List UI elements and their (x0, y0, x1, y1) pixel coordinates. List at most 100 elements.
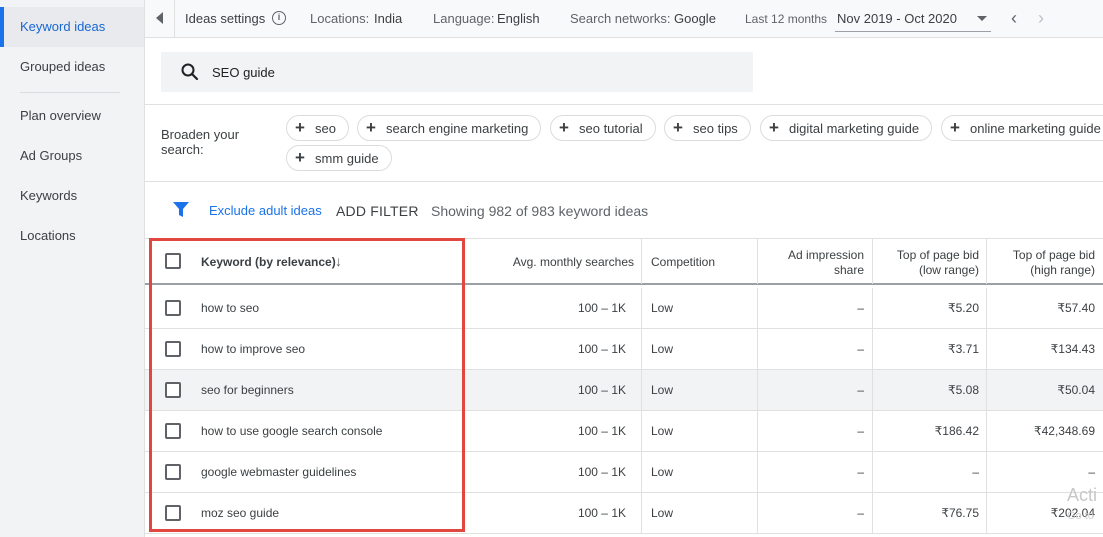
table-row[interactable]: how to seo 100 – 1K Low – ₹5.20 ₹57.40 (145, 288, 1103, 329)
filter-icon[interactable] (173, 202, 189, 218)
search-networks-label: Search networks: (570, 11, 671, 26)
searches-cell: 100 – 1K (577, 506, 626, 520)
add-filter-button[interactable]: ADD FILTER (336, 203, 419, 219)
date-range-value: Nov 2019 - Oct 2020 (837, 11, 957, 26)
table-row[interactable]: how to improve seo 100 – 1K Low – ₹3.71 ₹134.… (145, 329, 1103, 370)
dropdown-caret-icon[interactable] (977, 16, 987, 21)
chip-label: online marketing guide (970, 121, 1101, 136)
header-top-bid-low[interactable]: Top of page bid (low range) (873, 239, 987, 284)
select-all-checkbox[interactable] (165, 253, 181, 269)
sidebar-item-keywords[interactable]: Keywords (0, 176, 144, 216)
sidebar-item-locations[interactable]: Locations (0, 216, 144, 256)
table-row[interactable]: google webmaster guidelines 100 – 1K Low – –… (145, 452, 1103, 493)
table-cell: – (758, 411, 873, 451)
table-cell: Low (642, 493, 758, 533)
row-checkbox[interactable] (165, 505, 181, 521)
impression-cell: – (857, 506, 864, 520)
bid-low-cell: ₹76.75 (941, 506, 979, 520)
table-cell: ₹42,348.69 (987, 411, 1103, 451)
header-bid-high-line2: (high range) (1030, 263, 1095, 277)
searches-cell: 100 – 1K (577, 383, 626, 397)
table-header: Keyword (by relevance) ↓ Avg. monthly se… (145, 238, 1103, 285)
searches-cell: 100 – 1K (577, 301, 626, 315)
chevron-right-icon[interactable]: › (1038, 9, 1044, 27)
competition-cell: Low (651, 342, 674, 356)
row-checkbox[interactable] (165, 341, 181, 357)
search-networks-value[interactable]: Google (674, 11, 716, 26)
bid-low-cell: ₹186.42 (934, 424, 979, 438)
header-impression-line1: Ad impression (787, 248, 864, 262)
chip-label: search engine marketing (386, 121, 529, 136)
competition-cell: Low (651, 465, 674, 479)
sidebar-item-keyword-ideas[interactable]: Keyword ideas (0, 7, 144, 47)
broaden-chip-smm-guide[interactable]: + smm guide (286, 145, 392, 171)
chip-label: seo tutorial (579, 121, 643, 136)
chevron-left-icon[interactable]: ‹ (1011, 9, 1017, 27)
broaden-chip-seo[interactable]: + seo (286, 115, 349, 141)
table-cell: Low (642, 288, 758, 328)
table-cell: – (758, 452, 873, 492)
header-bid-high-line1: Top of page bid (1012, 248, 1095, 262)
search-icon (181, 63, 199, 81)
header-keyword[interactable]: Keyword (by relevance) ↓ Avg. monthly se… (145, 239, 642, 284)
sidebar-divider (20, 92, 120, 93)
header-bid-low-line2: (low range) (918, 263, 979, 277)
broaden-search-label: Broaden your search: (161, 127, 261, 157)
sidebar-item-grouped-ideas[interactable]: Grouped ideas (0, 47, 144, 87)
keyword-cell: how to improve seo (201, 342, 306, 356)
keyword-search-input[interactable]: SEO guide (161, 52, 753, 92)
table-cell: moz seo guide 100 – 1K (145, 493, 642, 533)
keyword-cell: how to seo (201, 301, 260, 315)
row-checkbox[interactable] (165, 300, 181, 316)
sidebar-item-plan-overview[interactable]: Plan overview (0, 96, 144, 136)
results-count: Showing 982 of 983 keyword ideas (431, 203, 649, 219)
table-row[interactable]: seo for beginners 100 – 1K Low – ₹5.08 ₹50.04 (145, 370, 1103, 411)
table-cell: – (758, 370, 873, 410)
header-keyword-label: Keyword (by relevance) (201, 255, 336, 269)
main-panel: Ideas settings i Locations: India Langua… (145, 0, 1103, 537)
chip-label: digital marketing guide (789, 121, 920, 136)
table-cell: how to seo 100 – 1K (145, 288, 642, 328)
exclude-adult-ideas-link[interactable]: Exclude adult ideas (209, 203, 322, 218)
plus-icon: + (559, 118, 569, 137)
table-row[interactable]: moz seo guide 100 – 1K Low – ₹76.75 ₹202.04 (145, 493, 1103, 534)
broaden-chip-seo-tips[interactable]: + seo tips (664, 115, 751, 141)
period-label: Last 12 months (745, 12, 828, 26)
table-cell: ₹186.42 (873, 411, 987, 451)
impression-cell: – (857, 342, 864, 356)
locations-value[interactable]: India (374, 11, 402, 26)
row-checkbox[interactable] (165, 382, 181, 398)
header-competition[interactable]: Competition (642, 239, 758, 284)
table-cell: – (758, 329, 873, 369)
broaden-chip-digital-marketing-guide[interactable]: + digital marketing guide (760, 115, 933, 141)
info-icon[interactable]: i (272, 11, 286, 25)
impression-cell: – (857, 301, 864, 315)
impression-cell: – (857, 424, 864, 438)
table-cell: how to improve seo 100 – 1K (145, 329, 642, 369)
row-checkbox[interactable] (165, 464, 181, 480)
date-range-select[interactable]: Nov 2019 - Oct 2020 (835, 5, 991, 32)
broaden-chip-search-engine-marketing[interactable]: + search engine marketing (357, 115, 542, 141)
activate-windows-watermark: Acti (1067, 485, 1098, 505)
table-cell: – (758, 493, 873, 533)
language-value[interactable]: English (497, 11, 540, 26)
sidebar-item-ad-groups[interactable]: Ad Groups (0, 136, 144, 176)
collapse-sidebar-button[interactable] (145, 0, 175, 38)
table-cell: seo for beginners 100 – 1K (145, 370, 642, 410)
ideas-settings-label[interactable]: Ideas settings (185, 11, 265, 26)
broaden-chip-online-marketing-guide[interactable]: + online marketing guide (941, 115, 1103, 141)
searches-cell: 100 – 1K (577, 424, 626, 438)
row-checkbox[interactable] (165, 423, 181, 439)
table-cell: ₹76.75 (873, 493, 987, 533)
arrow-down-icon[interactable]: ↓ (335, 253, 342, 269)
broaden-chip-seo-tutorial[interactable]: + seo tutorial (550, 115, 656, 141)
header-avg-monthly-searches[interactable]: Avg. monthly searches (512, 255, 634, 269)
impression-cell: – (857, 465, 864, 479)
header-ad-impression-share[interactable]: Ad impression share (758, 239, 873, 284)
search-query-text: SEO guide (212, 65, 275, 80)
table-row[interactable]: how to use google search console 100 – 1K… (145, 411, 1103, 452)
keyword-cell: seo for beginners (201, 383, 294, 397)
header-top-bid-high[interactable]: Top of page bid (high range) (987, 239, 1103, 284)
keyword-cell: moz seo guide (201, 506, 280, 520)
table-cell: – (873, 452, 987, 492)
